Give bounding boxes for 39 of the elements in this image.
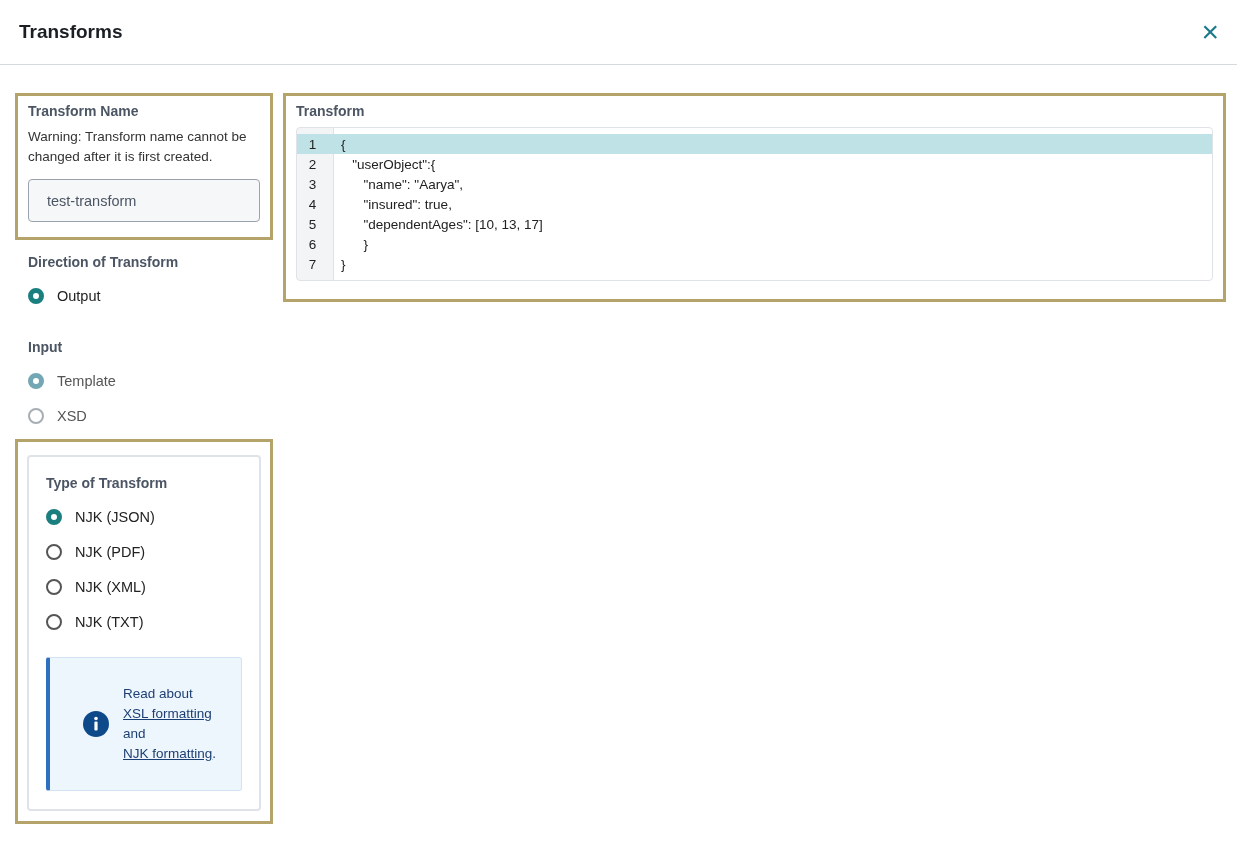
info-icon bbox=[83, 711, 109, 737]
line-number: 3 bbox=[307, 176, 318, 192]
dialog-title: Transforms bbox=[19, 21, 123, 43]
warning-text: Warning: Transform name cannot be changed after it is first created. bbox=[28, 128, 248, 166]
group-label: Input bbox=[28, 339, 64, 355]
code-line: } bbox=[362, 236, 368, 252]
line-number: 4 bbox=[307, 196, 318, 212]
formatting-link[interactable]: XSL formatting bbox=[123, 706, 212, 721]
code-line: "userObject":{ bbox=[351, 156, 436, 172]
code-line: "insured": true, bbox=[362, 196, 452, 212]
radio-label: NJK (XML) bbox=[75, 578, 146, 595]
radio-label: Output bbox=[57, 287, 101, 304]
radio-label: NJK (JSON) bbox=[75, 508, 155, 525]
close-button[interactable]: × bbox=[1201, 17, 1219, 47]
radio-label: XSD bbox=[57, 407, 87, 424]
code-line: { bbox=[340, 136, 346, 152]
line-number: 1 bbox=[307, 136, 318, 152]
radio-button[interactable] bbox=[46, 508, 62, 525]
radio-label: NJK (TXT) bbox=[75, 613, 144, 630]
field-label: Transform Name bbox=[28, 103, 140, 119]
radio-button[interactable] bbox=[46, 578, 62, 595]
radio-button[interactable] bbox=[28, 287, 44, 304]
transform-name-field[interactable]: test-transform bbox=[28, 179, 260, 222]
line-number: 7 bbox=[307, 256, 318, 272]
group-label: Type of Transform bbox=[46, 475, 169, 491]
editor-label: Transform bbox=[296, 103, 366, 119]
group-label: Direction of Transform bbox=[28, 254, 180, 270]
line-number: 5 bbox=[307, 216, 318, 232]
code-editor[interactable]: 1 { 2 "userObject":{ 3 "name": "Aarya", 4 "insured": true, 5 "dependentAges": [10, 13, 17] 6 } 7 } bbox=[296, 127, 1213, 281]
line-number: 6 bbox=[307, 236, 318, 252]
code-line: "dependentAges": [10, 13, 17] bbox=[362, 216, 543, 232]
radio-button[interactable] bbox=[46, 613, 62, 630]
code-line: "name": "Aarya", bbox=[362, 176, 463, 192]
radio-button[interactable] bbox=[46, 543, 62, 560]
line-number: 2 bbox=[307, 156, 318, 172]
radio-label: NJK (PDF) bbox=[75, 543, 146, 560]
code-line: } bbox=[340, 256, 346, 272]
radio-label: Template bbox=[57, 372, 116, 389]
info-text: Read about XSL formatting and NJK formatting. bbox=[123, 685, 218, 763]
